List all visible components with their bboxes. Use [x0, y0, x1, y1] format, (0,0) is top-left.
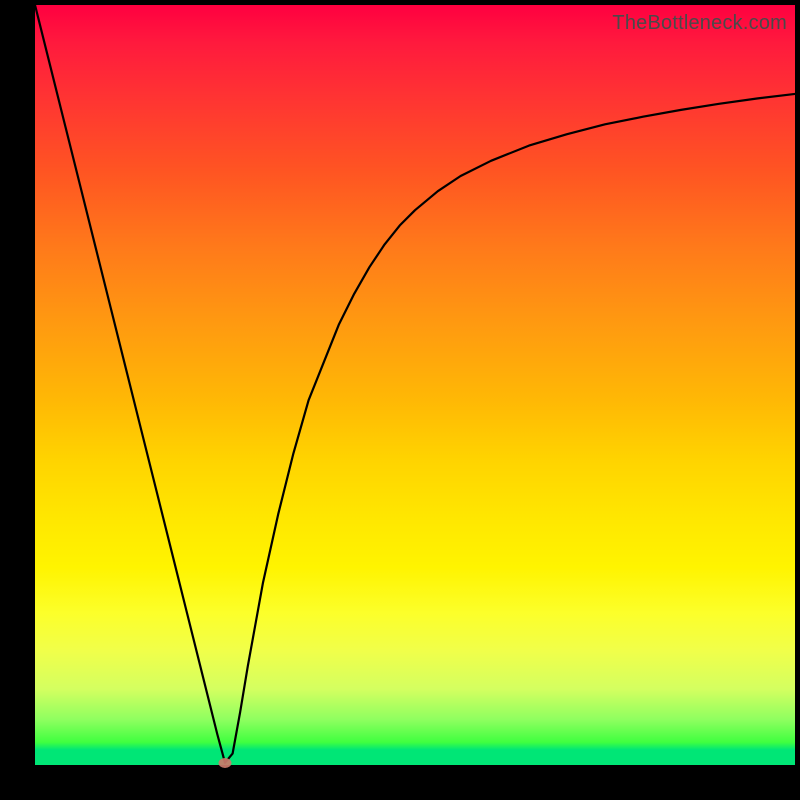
- bottleneck-curve: [35, 5, 795, 765]
- attribution-label: TheBottleneck.com: [612, 12, 787, 35]
- chart-plot-area: TheBottleneck.com: [35, 5, 795, 765]
- minimum-marker-dot: [219, 758, 232, 768]
